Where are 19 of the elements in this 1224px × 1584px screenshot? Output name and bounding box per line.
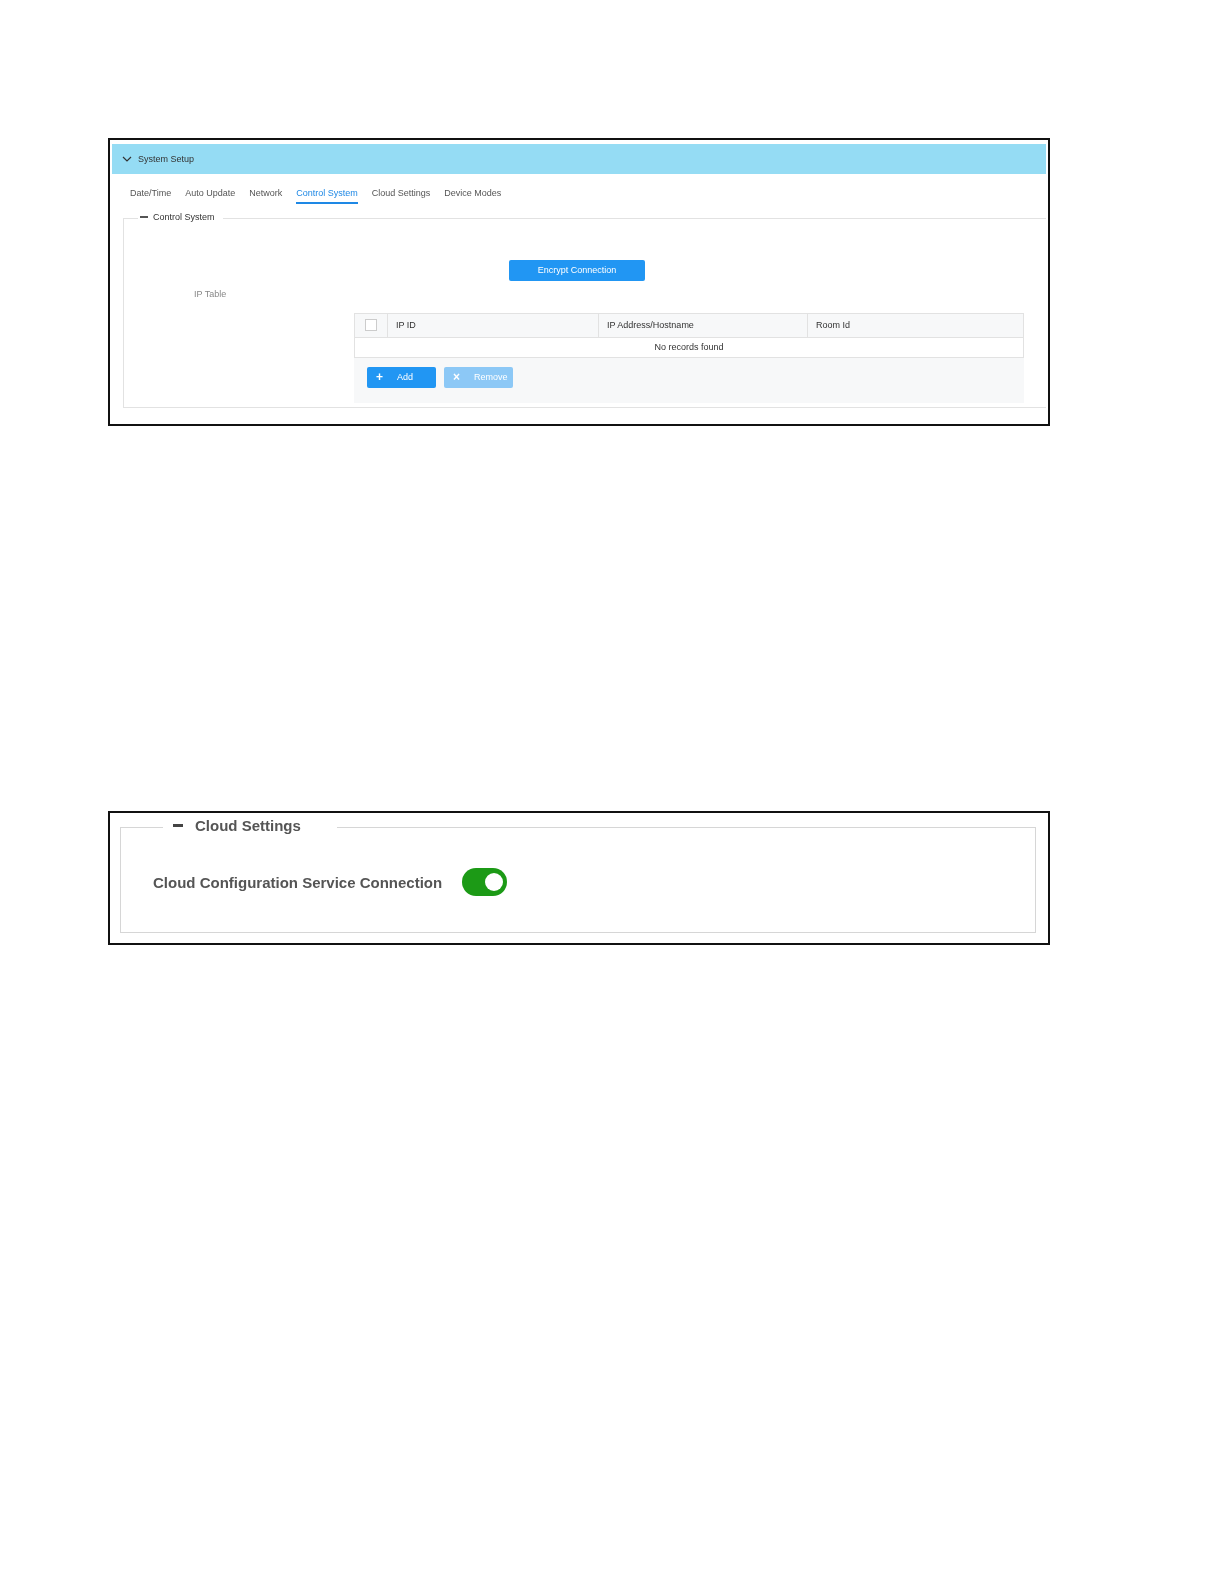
empty-message: No records found — [653, 341, 725, 354]
ip-table-label: IP Table — [194, 288, 228, 299]
tab[interactable]: Date/Time — [130, 188, 172, 202]
tab[interactable]: Device Modes — [444, 188, 502, 202]
group-title: Control System — [153, 212, 215, 222]
group-title: Cloud Settings — [195, 817, 301, 834]
collapse-icon[interactable] — [173, 824, 183, 827]
setting-label: Cloud Configuration Service Connection — [153, 873, 443, 891]
column-header: IP Address/Hostname — [599, 313, 808, 337]
tab[interactable]: Control System — [296, 188, 358, 204]
toggle-switch[interactable] — [462, 868, 508, 896]
tab[interactable]: Auto Update — [185, 188, 236, 202]
tab[interactable]: Network — [249, 188, 283, 202]
column-header: Room Id — [815, 319, 851, 332]
section-header[interactable]: System Setup — [112, 144, 1046, 174]
tab[interactable]: Cloud Settings — [371, 188, 431, 202]
select-all-checkbox[interactable] — [365, 319, 377, 331]
column-header: IP ID — [388, 313, 599, 337]
section-title: System Setup — [138, 154, 195, 164]
